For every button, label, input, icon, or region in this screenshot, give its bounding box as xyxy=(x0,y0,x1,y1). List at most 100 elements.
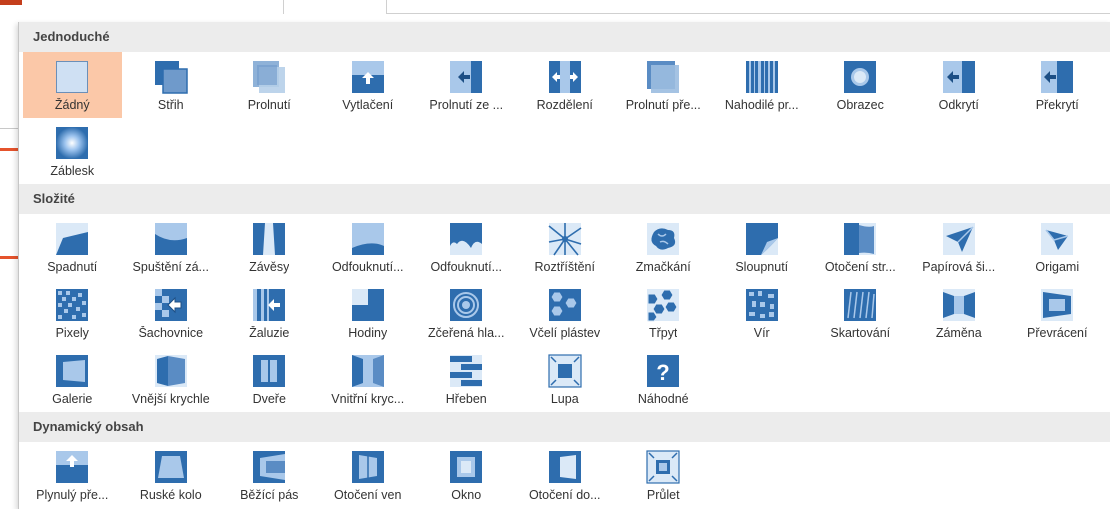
page-curl-icon xyxy=(844,223,877,255)
transition-gallery[interactable]: Galerie xyxy=(23,346,122,412)
transition-wind[interactable]: Odfouknutí... xyxy=(319,214,418,280)
origami-icon xyxy=(1041,223,1074,255)
transition-label: Zčeřená hla... xyxy=(428,326,505,340)
transition-clock[interactable]: Hodiny xyxy=(319,280,418,346)
transition-rotate[interactable]: Otočení ven xyxy=(319,442,418,508)
transition-label: Zmačkání xyxy=(635,260,691,274)
transition-label: Převrácení xyxy=(1027,326,1088,340)
transition-label: Průlet xyxy=(646,488,680,502)
transition-grid-dynamicky-obsah: Plynulý pře... Ruské kolo Běžící pás Otočen… xyxy=(19,442,1110,508)
transition-vortex[interactable]: Vír xyxy=(713,280,812,346)
random-icon: ? xyxy=(647,355,680,387)
transition-ripple[interactable]: Zčeřená hla... xyxy=(417,280,516,346)
curtains-icon xyxy=(253,223,286,255)
transition-fall-over[interactable]: Spadnutí xyxy=(23,214,122,280)
honeycomb-icon xyxy=(548,289,581,321)
transition-label: Prolnutí pře... xyxy=(625,98,701,112)
transition-cube[interactable]: Vnější krychle xyxy=(122,346,221,412)
transition-fly-through[interactable]: Průlet xyxy=(614,442,713,508)
cube-icon xyxy=(154,355,187,387)
transitions-gallery: Jednoduché Žádný Střih Prolnutí Vytlačení Pro… xyxy=(18,22,1110,509)
peel-off-icon xyxy=(745,223,778,255)
transition-prestige[interactable]: Odfouknutí... xyxy=(417,214,516,280)
crush-icon xyxy=(647,223,680,255)
background-divider xyxy=(386,13,1110,14)
transition-shred[interactable]: Skartování xyxy=(811,280,910,346)
category-header-dynamicky-obsah: Dynamický obsah xyxy=(19,412,1110,442)
transition-curtains[interactable]: Závěsy xyxy=(220,214,319,280)
background-accent-mark xyxy=(0,148,18,151)
background-divider xyxy=(283,0,284,14)
wipe-icon xyxy=(450,61,483,93)
transition-label: Střih xyxy=(157,98,184,112)
box-icon xyxy=(351,355,384,387)
transition-label: Záměna xyxy=(935,326,982,340)
transition-orbit[interactable]: Otočení do... xyxy=(516,442,615,508)
airplane-icon xyxy=(942,223,975,255)
background-slide-strip xyxy=(0,0,1110,22)
transition-box[interactable]: Vnitřní kryc... xyxy=(319,346,418,412)
transition-label: Papírová ši... xyxy=(922,260,996,274)
transition-label: Spuštění zá... xyxy=(132,260,209,274)
transition-cover[interactable]: Překrytí xyxy=(1008,52,1107,118)
ferris-wheel-icon xyxy=(154,451,187,483)
transition-fracture[interactable]: Roztříštění xyxy=(516,214,615,280)
transition-label: Překrytí xyxy=(1035,98,1079,112)
transition-fade[interactable]: Prolnutí xyxy=(220,52,319,118)
transition-random[interactable]: ? Náhodné xyxy=(614,346,713,412)
transition-page-curl[interactable]: Otočení str... xyxy=(811,214,910,280)
transition-split[interactable]: Rozdělení xyxy=(516,52,615,118)
transition-label: Roztříštění xyxy=(534,260,595,274)
transition-dissolve[interactable]: Pixely xyxy=(23,280,122,346)
transition-cut[interactable]: Střih xyxy=(122,52,221,118)
comb-icon xyxy=(450,355,483,387)
transition-conveyor[interactable]: Běžící pás xyxy=(220,442,319,508)
transition-crush[interactable]: Zmačkání xyxy=(614,214,713,280)
transition-comb[interactable]: Hřeben xyxy=(417,346,516,412)
transition-window[interactable]: Okno xyxy=(417,442,516,508)
transition-doors[interactable]: Dveře xyxy=(220,346,319,412)
transition-ferris-wheel[interactable]: Ruské kolo xyxy=(122,442,221,508)
transition-flash[interactable]: Záblesk xyxy=(23,118,122,184)
transition-zoom[interactable]: Lupa xyxy=(516,346,615,412)
transition-wipe[interactable]: Prolnutí ze ... xyxy=(417,52,516,118)
transition-label: Vír xyxy=(753,326,770,340)
transition-reveal[interactable]: Prolnutí pře... xyxy=(614,52,713,118)
transition-blinds[interactable]: Žaluzie xyxy=(220,280,319,346)
transition-random-bars[interactable]: Nahodilé pr... xyxy=(713,52,812,118)
transition-honeycomb[interactable]: Včelí plástev xyxy=(516,280,615,346)
transition-label: Žádný xyxy=(54,98,90,112)
transition-flip[interactable]: Převrácení xyxy=(1008,280,1107,346)
transition-label: Prolnutí xyxy=(247,98,291,112)
transition-pan[interactable]: Plynulý pře... xyxy=(23,442,122,508)
transition-label: Spadnutí xyxy=(47,260,98,274)
vortex-icon xyxy=(745,289,778,321)
transition-none[interactable]: Žádný xyxy=(23,52,122,118)
transition-label: Odkrytí xyxy=(938,98,979,112)
transition-uncover[interactable]: Odkrytí xyxy=(910,52,1009,118)
transition-airplane[interactable]: Papírová ši... xyxy=(910,214,1009,280)
transition-label: Lupa xyxy=(550,392,579,406)
category-header-jednoduche: Jednoduché xyxy=(19,22,1110,52)
transition-label: Šachovnice xyxy=(138,326,204,340)
prestige-icon xyxy=(450,223,483,255)
transition-peel-off[interactable]: Sloupnutí xyxy=(713,214,812,280)
transition-glitter[interactable]: Třpyt xyxy=(614,280,713,346)
conveyor-icon xyxy=(253,451,286,483)
glitter-icon xyxy=(647,289,680,322)
transition-label: Pixely xyxy=(55,326,89,340)
transition-shape[interactable]: Obrazec xyxy=(811,52,910,118)
wind-icon xyxy=(351,223,384,255)
transition-label: Vnitřní kryc... xyxy=(331,392,405,406)
transition-drape[interactable]: Spuštění zá... xyxy=(122,214,221,280)
transition-switch[interactable]: Záměna xyxy=(910,280,1009,346)
doors-icon xyxy=(253,355,286,387)
shred-icon xyxy=(844,289,877,321)
transition-label: Závěsy xyxy=(249,260,290,274)
transition-label: Třpyt xyxy=(649,326,678,340)
transition-label: Hřeben xyxy=(445,392,487,406)
transition-origami[interactable]: Origami xyxy=(1008,214,1107,280)
transition-checkerboard[interactable]: Šachovnice xyxy=(122,280,221,346)
transition-push[interactable]: Vytlačení xyxy=(319,52,418,118)
split-icon xyxy=(548,61,581,93)
